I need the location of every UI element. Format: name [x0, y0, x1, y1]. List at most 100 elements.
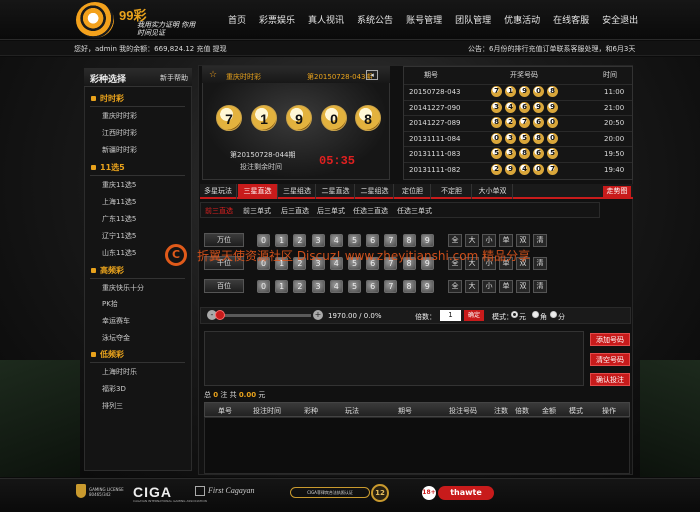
sidebar-item[interactable]: 重庆快乐十分 [102, 283, 144, 293]
digit-button[interactable]: 7 [384, 234, 398, 247]
digit-button[interactable]: 8 [402, 280, 416, 293]
rebate-slider-track[interactable] [219, 314, 311, 317]
digit-button[interactable]: 6 [366, 280, 380, 293]
digit-button[interactable]: 1 [275, 280, 289, 293]
tab-two-star-direct[interactable]: 二星直选 [317, 184, 355, 199]
quick-select-button[interactable]: 单 [499, 234, 513, 247]
sidebar-item[interactable]: 幸运赛车 [102, 316, 130, 326]
digit-button[interactable]: 5 [348, 234, 361, 247]
sidebar-item[interactable]: 泳坛夺金 [102, 333, 130, 343]
history-ball: 3 [491, 101, 502, 113]
sidebar-item[interactable]: 重庆时时彩 [102, 111, 137, 121]
tab-three-star-direct[interactable]: 三星直选 [238, 184, 278, 199]
multiplier-input[interactable]: 1 [440, 310, 461, 321]
rebate-slider-handle[interactable] [215, 310, 225, 320]
selected-numbers-box[interactable] [204, 331, 584, 386]
nav-logout[interactable]: 安全退出 [602, 13, 638, 26]
clear-numbers-button[interactable]: 清空号码 [590, 353, 630, 366]
rebate-increase-button[interactable]: + [313, 310, 323, 320]
quick-select-button[interactable]: 双 [516, 234, 530, 247]
tab-three-star-group[interactable]: 三星组选 [279, 184, 316, 199]
confirm-bet-button[interactable]: 确认投注 [590, 373, 630, 386]
draw-ball: 8 [355, 105, 381, 131]
digit-button[interactable]: 2 [293, 280, 307, 293]
category-high-freq[interactable]: 高频彩 [90, 265, 185, 279]
tab-position[interactable]: 定位胆 [395, 184, 431, 199]
tab-no-position[interactable]: 不定胆 [432, 184, 472, 199]
nav-live-video[interactable]: 真人视讯 [308, 13, 344, 26]
add-numbers-button[interactable]: 添加号码 [590, 333, 630, 346]
digit-button[interactable]: 0 [257, 234, 270, 247]
quick-select-button[interactable]: 全 [448, 280, 462, 293]
subtab-back-three-single[interactable]: 后三单式 [317, 206, 345, 216]
sidebar-item[interactable]: 广东11选5 [102, 214, 136, 224]
category-ssc[interactable]: 时时彩 [90, 93, 185, 107]
digit-button[interactable]: 4 [329, 234, 343, 247]
sidebar-item[interactable]: 上海时时乐 [102, 367, 137, 377]
digit-button[interactable]: 5 [348, 280, 361, 293]
quick-select-button[interactable]: 大 [465, 280, 479, 293]
notice-ticker[interactable]: 公告：6月份的排行充值订单联系客服处理，和6月3天 [468, 44, 635, 54]
quick-select-button[interactable]: 清 [533, 234, 547, 247]
help-link[interactable]: 新手帮助 [160, 73, 188, 83]
digit-button[interactable]: 6 [366, 234, 380, 247]
digit-button[interactable]: 4 [329, 280, 343, 293]
nav-team[interactable]: 团队管理 [455, 13, 491, 26]
quick-select-button[interactable]: 清 [533, 257, 547, 270]
mode-fen-radio[interactable] [550, 311, 557, 318]
digit-button[interactable]: 9 [420, 234, 434, 247]
sidebar-item[interactable]: 排列三 [102, 401, 123, 411]
sidebar-item[interactable]: 重庆11选5 [102, 180, 136, 190]
subtab-back-three-direct[interactable]: 后三直选 [281, 206, 309, 216]
subtab-any-three-single[interactable]: 任选三单式 [397, 206, 432, 216]
digit-button[interactable]: 0 [257, 280, 270, 293]
subtab-front-three-single[interactable]: 前三单式 [243, 206, 271, 216]
tab-two-star-group[interactable]: 二星组选 [356, 184, 394, 199]
quick-select-button[interactable]: 小 [482, 280, 496, 293]
digit-button[interactable]: 9 [420, 280, 434, 293]
multiplier-confirm-button[interactable]: 确定 [464, 310, 484, 321]
current-game-name: 重庆时时彩 [226, 73, 261, 81]
digit-button[interactable]: 8 [402, 234, 416, 247]
favorite-star-icon[interactable]: ☆ [209, 70, 217, 80]
sidebar-item[interactable]: 辽宁11选5 [102, 231, 136, 241]
user-balance-info[interactable]: 您好，admin 我的余额：669,824.12 充值 提现 [74, 44, 227, 54]
nav-home[interactable]: 首页 [228, 13, 246, 26]
sidebar-item[interactable]: PK拾 [102, 299, 118, 309]
quick-select-button[interactable]: 双 [516, 280, 530, 293]
trend-chart-button[interactable]: 走势图 [603, 186, 631, 197]
sidebar-item[interactable]: 山东11选5 [102, 248, 136, 258]
nav-announcements[interactable]: 系统公告 [357, 13, 393, 26]
sidebar-item[interactable]: 上海11选5 [102, 197, 136, 207]
digit-button[interactable]: 3 [311, 280, 325, 293]
logo-icon[interactable] [76, 2, 114, 38]
quick-select-button[interactable]: 小 [482, 234, 496, 247]
history-ball: 4 [519, 163, 530, 175]
sidebar-item[interactable]: 江西时时彩 [102, 128, 137, 138]
exit-icon[interactable]: ◂ [366, 70, 378, 80]
quick-select-button[interactable]: 清 [533, 280, 547, 293]
nav-account[interactable]: 账号管理 [406, 13, 442, 26]
digit-button[interactable]: 7 [384, 280, 398, 293]
subtab-front-three-direct[interactable]: 前三直选 [205, 206, 233, 216]
nav-promotions[interactable]: 优惠活动 [504, 13, 540, 26]
history-header-issue: 期号 [424, 71, 438, 79]
nav-support[interactable]: 在线客服 [553, 13, 589, 26]
quick-select-button[interactable]: 大 [465, 234, 479, 247]
digit-button[interactable]: 3 [311, 234, 325, 247]
quick-select-button[interactable]: 全 [448, 234, 462, 247]
sidebar-item[interactable]: 福彩3D [102, 384, 126, 394]
nav-lottery[interactable]: 彩票娱乐 [259, 13, 295, 26]
tab-multi-star[interactable]: 多星玩法 [200, 184, 237, 199]
tab-big-small-odd-even[interactable]: 大小单双 [473, 184, 513, 199]
order-col-time: 投注时间 [253, 407, 281, 415]
mode-jiao-radio[interactable] [532, 311, 539, 318]
category-low-freq[interactable]: 低频彩 [90, 349, 185, 363]
digit-button[interactable]: 2 [293, 234, 307, 247]
quick-select-button[interactable]: 单 [499, 280, 513, 293]
category-11x5[interactable]: 11选5 [90, 162, 185, 176]
subtab-any-three-direct[interactable]: 任选三直选 [353, 206, 388, 216]
digit-button[interactable]: 1 [275, 234, 289, 247]
sidebar-item[interactable]: 新疆时时彩 [102, 145, 137, 155]
mode-yuan-radio[interactable] [511, 311, 518, 318]
